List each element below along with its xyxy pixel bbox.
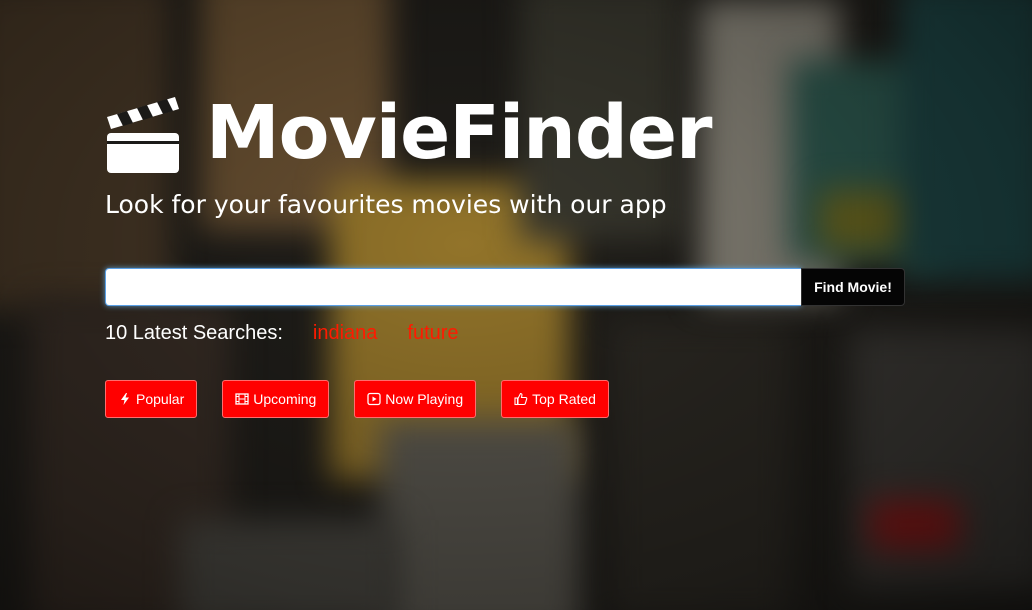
- popular-button[interactable]: Popular: [105, 380, 198, 418]
- search-bar: Find Movie!: [105, 268, 905, 306]
- play-icon: [367, 392, 381, 406]
- latest-search-link[interactable]: indiana: [313, 322, 378, 345]
- popular-button-label: Popular: [136, 391, 185, 407]
- tagline: Look for your favourites movies with our…: [105, 190, 667, 219]
- now-playing-button-label: Now Playing: [385, 391, 464, 407]
- latest-searches-label: 10 Latest Searches:: [105, 322, 283, 344]
- thumbs-up-icon: [514, 392, 528, 406]
- top-rated-button-label: Top Rated: [532, 391, 596, 407]
- clapperboard-icon: [105, 93, 181, 173]
- latest-search-link[interactable]: future: [407, 322, 458, 345]
- hero: MovieFinder Look for your favourites mov…: [105, 88, 905, 418]
- top-rated-button[interactable]: Top Rated: [501, 380, 609, 418]
- find-movie-button[interactable]: Find Movie!: [801, 268, 905, 306]
- search-input[interactable]: [105, 268, 801, 306]
- latest-searches: 10 Latest Searches: indiana future: [105, 322, 489, 345]
- now-playing-button[interactable]: Now Playing: [354, 380, 477, 418]
- brand-header: MovieFinder: [105, 88, 905, 178]
- category-buttons: Popular Upcoming Now Playing Top Rated: [105, 380, 634, 418]
- bolt-icon: [118, 392, 132, 406]
- upcoming-button-label: Upcoming: [253, 391, 317, 407]
- brand-title: MovieFinder: [206, 90, 713, 176]
- film-icon: [235, 392, 249, 406]
- upcoming-button[interactable]: Upcoming: [222, 380, 330, 418]
